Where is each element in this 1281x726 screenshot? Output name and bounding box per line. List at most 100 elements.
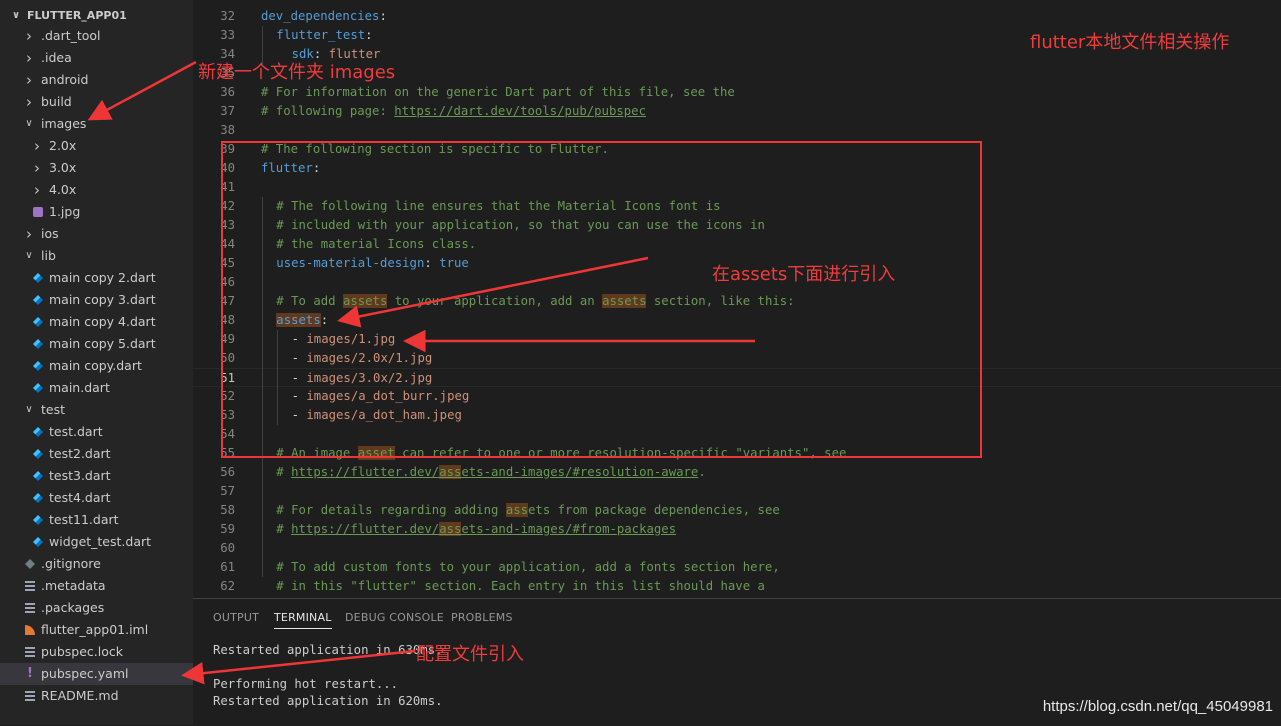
code-token: # To add custom fonts to your applicatio…: [276, 560, 780, 574]
text-file-icon: [25, 603, 35, 613]
explorer-file[interactable]: ! pubspec.yaml: [0, 663, 193, 685]
explorer-folder[interactable]: ∨ test: [0, 399, 193, 421]
annotation-config: 配置文件引入: [416, 644, 524, 665]
panel-tab[interactable]: TERMINAL: [274, 611, 332, 629]
explorer-item-label: 4.0x: [49, 182, 77, 197]
code-line[interactable]: 37 # following page: https://dart.dev/too…: [193, 102, 1281, 121]
yaml-file-icon: !: [27, 666, 33, 681]
explorer-file[interactable]: test2.dart: [0, 443, 193, 465]
text-file-icon: [25, 581, 35, 591]
terminal-line: Restarted application in 630ms.: [213, 643, 443, 657]
annotation-title: flutter本地文件相关操作: [1030, 32, 1230, 53]
explorer-root[interactable]: ∨ FLUTTER_APP01: [0, 5, 193, 27]
explorer-item-label: images: [41, 116, 87, 131]
explorer-file[interactable]: main copy 5.dart: [0, 333, 193, 355]
line-number: 61: [220, 560, 235, 574]
panel-tab[interactable]: PROBLEMS: [451, 611, 513, 624]
explorer-file[interactable]: .packages: [0, 597, 193, 619]
dart-file-icon: [33, 273, 43, 283]
explorer-item-label: ios: [41, 226, 59, 241]
chevron-right-icon: ›: [26, 93, 32, 111]
code-token: .: [698, 465, 706, 479]
explorer-item-label: .idea: [41, 50, 72, 65]
code-line[interactable]: 60: [193, 539, 1281, 558]
explorer-folder[interactable]: › ios: [0, 223, 193, 245]
dart-file-icon: [33, 493, 43, 503]
explorer-file[interactable]: main.dart: [0, 377, 193, 399]
explorer-item-label: pubspec.lock: [41, 644, 124, 659]
explorer-file[interactable]: main copy 2.dart: [0, 267, 193, 289]
dart-file-icon: [33, 317, 43, 327]
explorer-item-label: 2.0x: [49, 138, 77, 153]
code-token: # following page:: [261, 104, 395, 118]
explorer-folder[interactable]: › build: [0, 91, 193, 113]
explorer-file[interactable]: widget_test.dart: [0, 531, 193, 553]
code-line[interactable]: 62 # in this "flutter" section. Each entr…: [193, 577, 1281, 596]
explorer-item-label: test2.dart: [49, 446, 111, 461]
explorer-file[interactable]: test.dart: [0, 421, 193, 443]
explorer-file[interactable]: test4.dart: [0, 487, 193, 509]
explorer-file[interactable]: flutter_app01.iml: [0, 619, 193, 641]
explorer-root-label: FLUTTER_APP01: [27, 9, 127, 22]
code-line[interactable]: 38: [193, 121, 1281, 140]
dart-file-icon: [33, 383, 43, 393]
explorer-folder[interactable]: › android: [0, 69, 193, 91]
line-number: 33: [220, 28, 235, 42]
explorer-file[interactable]: main copy 3.dart: [0, 289, 193, 311]
explorer-item-label: main copy.dart: [49, 358, 142, 373]
code-line[interactable]: 59 # https://flutter.dev/assets-and-image…: [193, 520, 1281, 539]
code-line[interactable]: 61 # To add custom fonts to your applicat…: [193, 558, 1281, 577]
line-number: 62: [220, 579, 235, 593]
markdown-file-icon: [25, 691, 35, 701]
code-line[interactable]: 58 # For details regarding adding assets …: [193, 501, 1281, 520]
chevron-down-icon: ∨: [25, 404, 33, 415]
explorer-file[interactable]: README.md: [0, 685, 193, 707]
panel-tab[interactable]: DEBUG CONSOLE: [345, 611, 444, 624]
annotation-new-folder: 新建一个文件夹 images: [198, 62, 396, 83]
chevron-down-icon: ∨: [25, 118, 33, 129]
explorer-folder[interactable]: ∨ images: [0, 113, 193, 135]
line-number: 32: [220, 9, 235, 23]
explorer-folder[interactable]: › 2.0x: [0, 135, 193, 157]
explorer-item-label: README.md: [41, 688, 119, 703]
explorer-folder[interactable]: ∨ lib: [0, 245, 193, 267]
explorer-file[interactable]: test3.dart: [0, 465, 193, 487]
code-token: ass: [439, 522, 462, 536]
code-token: ets-and-images/#resolution-aware: [461, 465, 699, 479]
terminal-line: Performing hot restart...: [213, 677, 399, 691]
explorer-item-label: main copy 4.dart: [49, 314, 156, 329]
explorer-item-label: test: [41, 402, 66, 417]
code-text: flutter_test:: [276, 26, 372, 45]
code-token: # in this "flutter" section. Each entry …: [276, 579, 765, 593]
explorer-folder[interactable]: › .dart_tool: [0, 25, 193, 47]
chevron-right-icon: ›: [34, 159, 40, 177]
chevron-down-icon: ∨: [11, 10, 21, 21]
explorer-item-label: test.dart: [49, 424, 103, 439]
code-line[interactable]: 56 # https://flutter.dev/assets-and-image…: [193, 463, 1281, 482]
explorer-file[interactable]: main copy 4.dart: [0, 311, 193, 333]
explorer-file[interactable]: .metadata: [0, 575, 193, 597]
chevron-right-icon: ›: [26, 225, 32, 243]
explorer-folder[interactable]: › .idea: [0, 47, 193, 69]
explorer-file[interactable]: 1.jpg: [0, 201, 193, 223]
explorer-file[interactable]: pubspec.lock: [0, 641, 193, 663]
line-number: 59: [220, 522, 235, 536]
explorer-item-label: .gitignore: [41, 556, 101, 571]
explorer-folder[interactable]: › 4.0x: [0, 179, 193, 201]
chevron-right-icon: ›: [26, 49, 32, 67]
code-token: :: [365, 28, 373, 42]
chevron-right-icon: ›: [34, 137, 40, 155]
code-line[interactable]: 36 # For information on the generic Dart …: [193, 83, 1281, 102]
explorer-item-label: 3.0x: [49, 160, 77, 175]
code-token: ets-and-images/#from-packages: [461, 522, 677, 536]
explorer-file[interactable]: main copy.dart: [0, 355, 193, 377]
explorer-file[interactable]: test11.dart: [0, 509, 193, 531]
code-line[interactable]: 32 dev_dependencies:: [193, 7, 1281, 26]
explorer-folder[interactable]: › 3.0x: [0, 157, 193, 179]
dart-file-icon: [33, 339, 43, 349]
code-token: ets from package dependencies, see: [528, 503, 780, 517]
code-text: # https://flutter.dev/assets-and-images/…: [276, 463, 706, 482]
code-line[interactable]: 57: [193, 482, 1281, 501]
panel-tab[interactable]: OUTPUT: [213, 611, 259, 624]
explorer-file[interactable]: .gitignore: [0, 553, 193, 575]
